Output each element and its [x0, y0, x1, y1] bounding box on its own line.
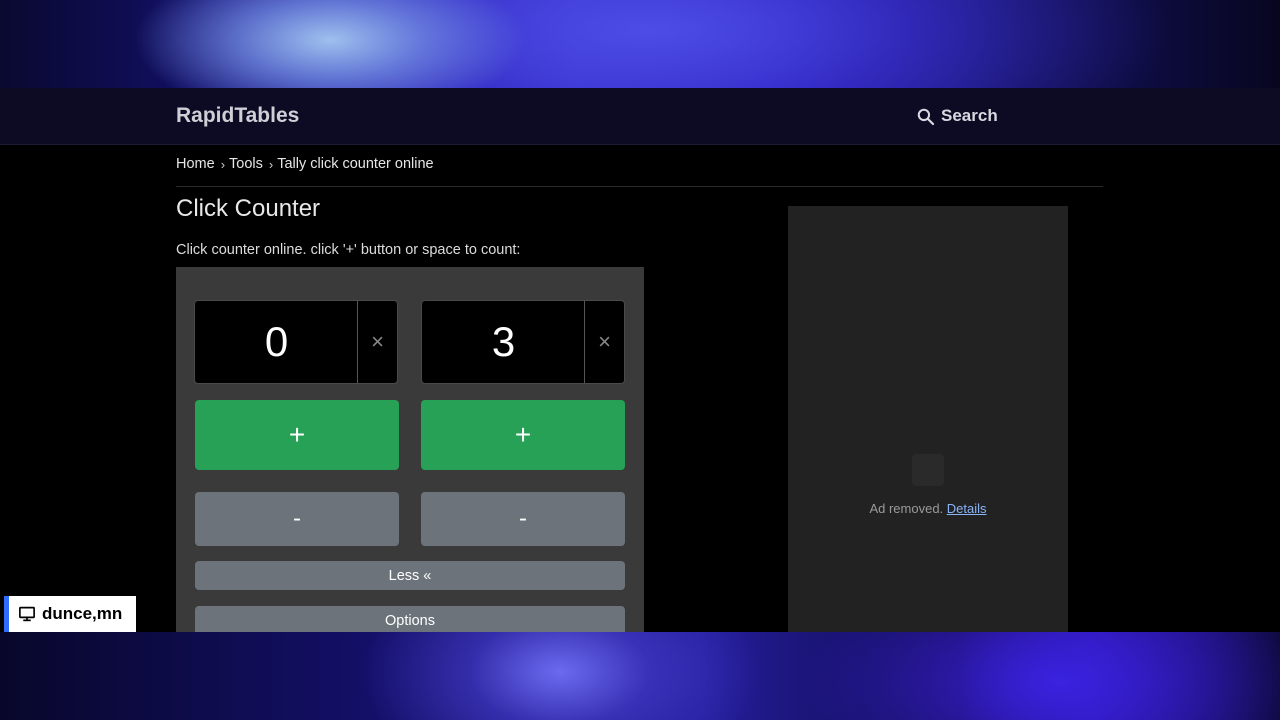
options-button[interactable]: Options: [195, 606, 625, 635]
counter-1-reset-button[interactable]: ×: [357, 301, 397, 383]
counter-panel: 0 × 3 × + + - - Less « Options: [176, 267, 644, 635]
counter-1-display: 0 ×: [194, 300, 398, 384]
breadcrumb-separator: ›: [268, 156, 274, 172]
page-intro: Click counter online. click '+' button o…: [176, 242, 521, 258]
counter-1-minus-button[interactable]: -: [195, 492, 399, 546]
search-icon: [917, 108, 935, 125]
counter-2-reset-button[interactable]: ×: [584, 301, 624, 383]
site-logo[interactable]: RapidTables: [176, 104, 299, 128]
breadcrumb-home[interactable]: Home: [176, 156, 215, 172]
ad-icon: [912, 454, 944, 486]
ad-placeholder: Ad removed. Details: [788, 206, 1068, 632]
counter-2-display: 3 ×: [421, 300, 625, 384]
counter-1-plus-button[interactable]: +: [195, 400, 399, 470]
decorative-bottom-band: [0, 632, 1280, 720]
decorative-top-band: [0, 0, 1280, 88]
badge-label: dunce,mn: [42, 604, 123, 623]
breadcrumb-divider: [176, 186, 1103, 187]
search-button[interactable]: Search: [916, 106, 998, 126]
counter-2-plus-button[interactable]: +: [421, 400, 625, 470]
counter-1-value: 0: [264, 318, 289, 365]
watermark-badge: dunce,mn: [4, 596, 136, 632]
breadcrumb-current: Tally click counter online: [277, 156, 434, 172]
ad-details-link[interactable]: Details: [947, 501, 987, 516]
counter-2-value: 3: [491, 318, 516, 365]
site-header: RapidTables Search: [0, 88, 1280, 145]
search-label: Search: [941, 106, 998, 125]
counter-2-minus-button[interactable]: -: [421, 492, 625, 546]
less-button[interactable]: Less «: [195, 561, 625, 590]
breadcrumb: Home › Tools › Tally click counter onlin…: [176, 156, 434, 172]
breadcrumb-tools[interactable]: Tools: [229, 156, 263, 172]
ad-removed-text: Ad removed. Details: [788, 501, 1068, 516]
monitor-icon: [19, 606, 35, 622]
breadcrumb-separator: ›: [220, 156, 226, 172]
ad-removed-label: Ad removed.: [869, 501, 944, 516]
page-title: Click Counter: [176, 195, 321, 222]
